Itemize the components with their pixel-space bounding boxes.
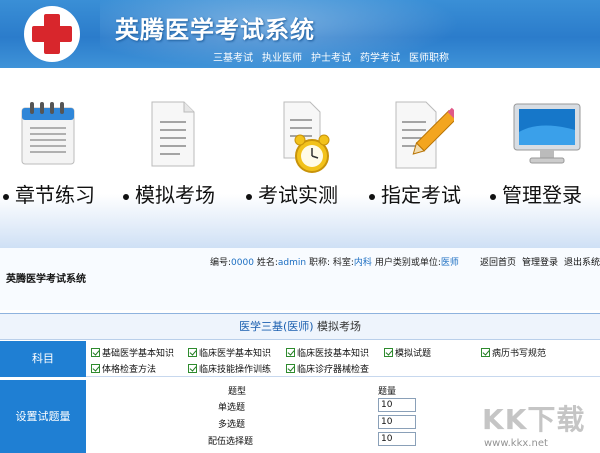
link-admin-login[interactable]: 管理登录 bbox=[522, 255, 558, 268]
header-links: 返回首页 管理登录 退出系统 bbox=[480, 255, 600, 268]
qtype-multi: 多选题 bbox=[218, 420, 246, 430]
qtype-single: 单选题 bbox=[218, 403, 246, 413]
dept-label: 科室: bbox=[332, 258, 354, 268]
matching-count-input[interactable] bbox=[378, 432, 416, 446]
dept-value: 内科 bbox=[353, 258, 372, 268]
pencil-document-icon[interactable] bbox=[392, 98, 454, 172]
link-home[interactable]: 返回首页 bbox=[480, 255, 516, 268]
title-label: 职称: bbox=[308, 258, 330, 268]
menu-item-mock-exam[interactable]: 模拟考场 bbox=[123, 179, 215, 208]
col-type-header: 题型 bbox=[228, 387, 247, 397]
app-title: 英腾医学考试系统 bbox=[115, 16, 315, 44]
subject-checkbox[interactable]: 临床诊疗器械检查 bbox=[286, 362, 369, 375]
subject-options: 基础医学基本知识 临床医学基本知识 临床医技基本知识 模拟试题 病历书写规范 体… bbox=[86, 341, 600, 377]
multi-choice-count-input[interactable] bbox=[378, 415, 416, 429]
type-value: 医师 bbox=[440, 258, 459, 268]
panel-title-main: 医学三基(医师) bbox=[238, 320, 314, 333]
watermark-logo: KK下载 bbox=[482, 403, 586, 436]
id-label: 编号: bbox=[210, 258, 232, 268]
top-banner: 英腾医学考试系统 三基考试 执业医师 护士考试 药学考试 医师职称 bbox=[0, 0, 600, 68]
watermark-url: www.kkx.net bbox=[484, 438, 548, 449]
user-info: 编号:0000 姓名:admin 职称: 科室:内科 用户类别或单位:医师 bbox=[210, 255, 459, 268]
window-header: 英腾医学考试系统 编号:0000 姓名:admin 职称: 科室:内科 用户类别… bbox=[0, 248, 600, 310]
menu-item-exam-test[interactable]: 考试实测 bbox=[246, 179, 338, 208]
id-value: 0000 bbox=[231, 258, 254, 268]
panel-title-suffix: 模拟考场 bbox=[317, 320, 362, 333]
name-label: 姓名: bbox=[256, 258, 278, 268]
col-count-header: 题量 bbox=[378, 387, 397, 397]
single-choice-count-input[interactable] bbox=[378, 398, 416, 412]
subnav-physician-title[interactable]: 医师职称 bbox=[409, 49, 449, 64]
menu-item-assigned-exam[interactable]: 指定考试 bbox=[369, 179, 461, 208]
subject-checkbox[interactable]: 基础医学基本知识 bbox=[91, 346, 174, 359]
monitor-icon[interactable] bbox=[510, 102, 584, 168]
subject-checkbox[interactable]: 临床技能操作训练 bbox=[188, 362, 271, 375]
subject-checkbox[interactable]: 临床医学基本知识 bbox=[188, 346, 271, 359]
menu-item-chapter-practice[interactable]: 章节练习 bbox=[3, 179, 95, 208]
calendar-notebook-icon[interactable] bbox=[18, 100, 78, 168]
subject-checkbox[interactable]: 体格检查方法 bbox=[91, 362, 156, 375]
qtype-matching: 配伍选择题 bbox=[208, 437, 254, 447]
window-app-title: 英腾医学考试系统 bbox=[6, 274, 86, 285]
document-icon[interactable] bbox=[148, 98, 198, 170]
subnav-pharmacy[interactable]: 药学考试 bbox=[360, 49, 400, 64]
panel-title: 医学三基(医师) 模拟考场 bbox=[0, 314, 600, 340]
subject-label: 科目 bbox=[0, 341, 86, 377]
subject-checkbox[interactable]: 病历书写规范 bbox=[481, 346, 546, 359]
main-menu: 章节练习 模拟考场 考试实测 指定考试 管理登录 bbox=[0, 68, 600, 248]
menu-item-admin-login[interactable]: 管理登录 bbox=[490, 179, 582, 208]
subnav-practitioner[interactable]: 执业医师 bbox=[262, 49, 302, 64]
subject-checkbox[interactable]: 临床医技基本知识 bbox=[286, 346, 369, 359]
settings-label: 设置试题量 bbox=[0, 380, 86, 453]
alarm-clock-document-icon[interactable] bbox=[280, 98, 336, 178]
exam-category-nav: 三基考试 执业医师 护士考试 药学考试 医师职称 bbox=[213, 49, 449, 64]
subject-checkbox[interactable]: 模拟试题 bbox=[384, 346, 431, 359]
name-value: admin bbox=[277, 258, 307, 268]
subnav-sanji[interactable]: 三基考试 bbox=[213, 49, 253, 64]
type-label: 用户类别或单位: bbox=[374, 258, 441, 268]
link-logout[interactable]: 退出系统 bbox=[564, 255, 600, 268]
red-cross-logo-icon bbox=[24, 6, 80, 62]
subnav-nurse[interactable]: 护士考试 bbox=[311, 49, 351, 64]
